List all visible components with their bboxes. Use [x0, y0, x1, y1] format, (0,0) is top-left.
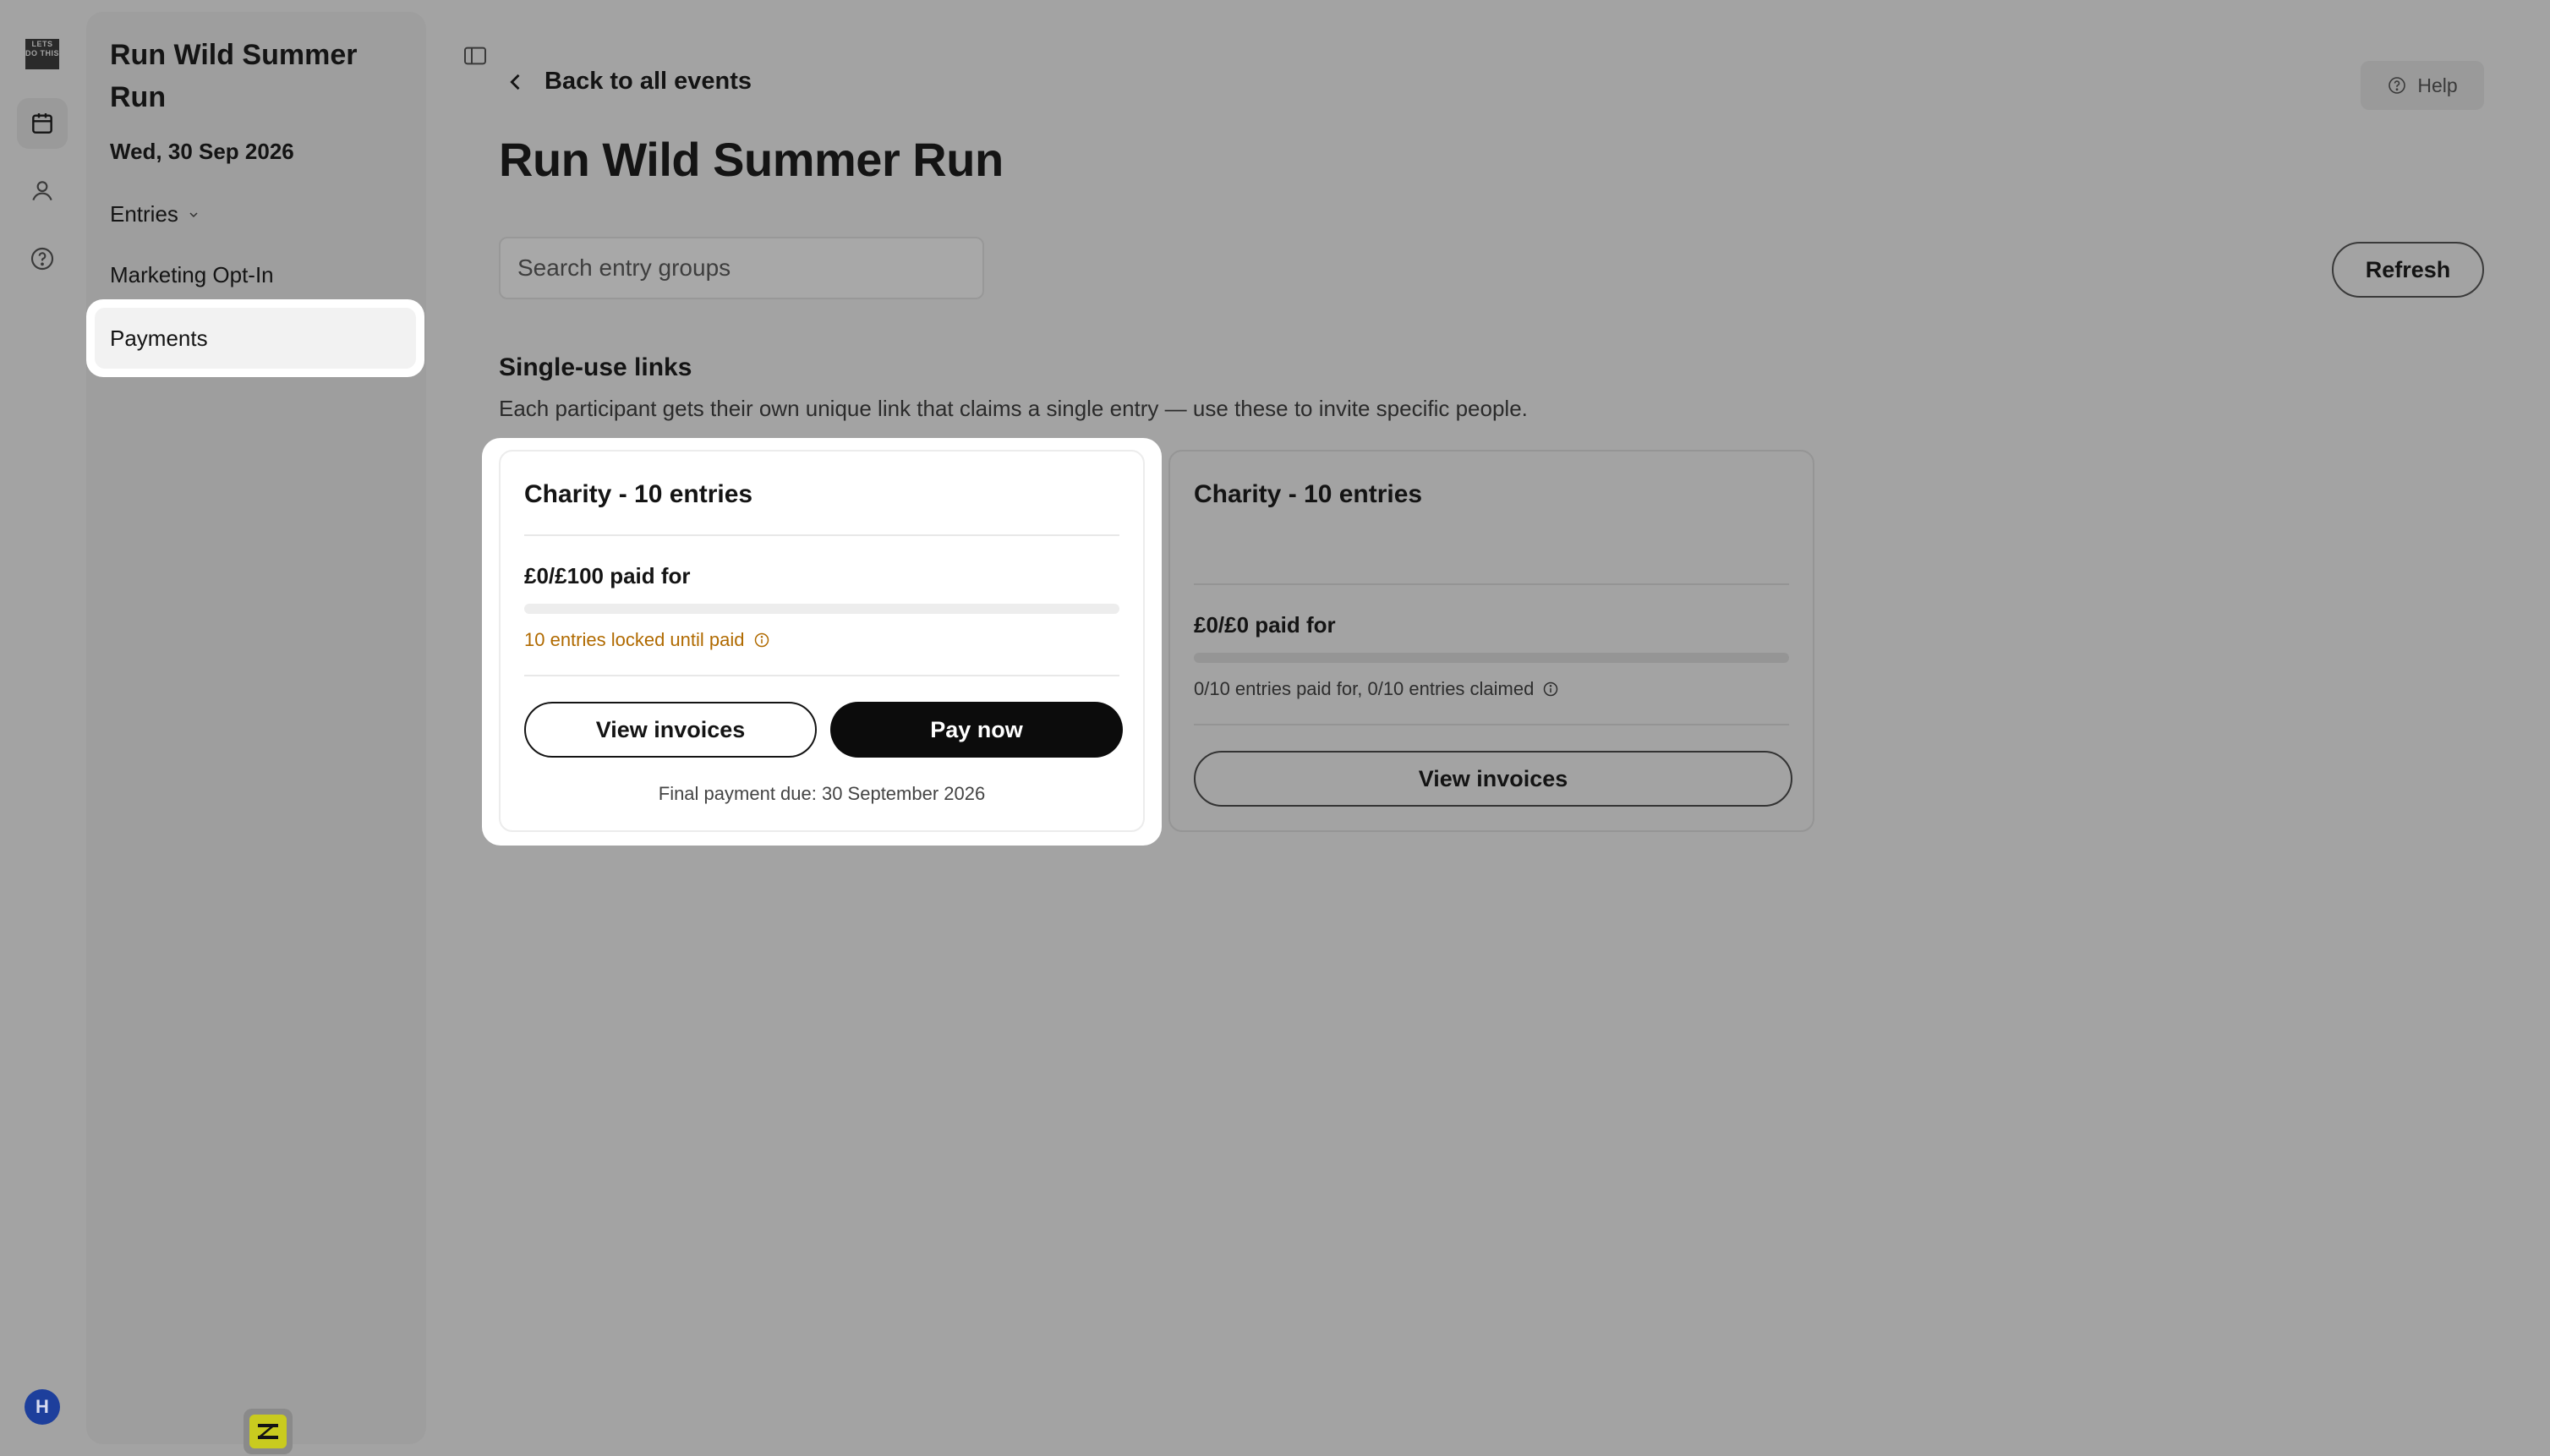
calendar-icon: [32, 113, 52, 134]
search-entry-groups-input[interactable]: [499, 237, 984, 299]
rail-help-button[interactable]: [17, 233, 68, 284]
view-invoices-button[interactable]: View invoices: [524, 702, 817, 758]
paid-for-amount: £0/£100 paid for: [524, 563, 691, 588]
sidebar-item-entries[interactable]: Entries: [110, 201, 200, 227]
app-root: LETS DO THIS H Run Wild Summer Run Wed, …: [0, 0, 2550, 1456]
entry-group-card: Charity - 10 entries £0/£0 paid for 0/10…: [1168, 450, 1814, 832]
support-widget-badge: [249, 1415, 287, 1448]
rail-events-button[interactable]: [17, 98, 68, 149]
sidebar-item-label: Entries: [110, 201, 178, 227]
back-to-events-link[interactable]: Back to all events: [504, 68, 752, 96]
sidebar-toggle-icon[interactable]: [462, 42, 489, 69]
ticket-icon: [258, 1424, 278, 1439]
sidebar-event-title: Run Wild Summer Run: [110, 39, 358, 113]
info-icon[interactable]: [753, 632, 770, 649]
entries-claimed-text: 0/10 entries paid for, 0/10 entries clai…: [1194, 678, 1535, 699]
icon-rail: LETS DO THIS H: [0, 0, 85, 1456]
event-sidebar: Run Wild Summer Run Wed, 30 Sep 2026 Ent…: [86, 12, 426, 1454]
payment-progress-bar: [524, 604, 1119, 614]
section-title: Single-use links: [499, 353, 692, 381]
view-invoices-button[interactable]: View invoices: [1194, 751, 1792, 807]
app-logo[interactable]: LETS DO THIS: [25, 39, 59, 69]
sidebar-event-date: Wed, 30 Sep 2026: [110, 139, 294, 164]
refresh-button[interactable]: Refresh: [2332, 242, 2484, 298]
question-circle-icon: [30, 247, 54, 271]
sidebar-item-label: Marketing Opt-In: [110, 262, 274, 287]
info-icon[interactable]: [1542, 681, 1559, 698]
sidebar-item-marketing-opt-in[interactable]: Marketing Opt-In: [110, 262, 274, 288]
sidebar-item-payments-highlight: Payments: [86, 299, 424, 377]
rail-account-button[interactable]: [17, 166, 68, 216]
card-title: Charity - 10 entries: [524, 480, 753, 508]
user-icon: [32, 181, 52, 201]
help-button[interactable]: Help: [2361, 61, 2484, 110]
paid-for-amount: £0/£0 paid for: [1194, 612, 1336, 638]
support-widget-button[interactable]: [244, 1409, 293, 1454]
entries-claimed-note: 0/10 entries paid for, 0/10 entries clai…: [1194, 678, 1559, 700]
question-circle-icon: [2389, 77, 2406, 94]
help-button-label: Help: [2417, 74, 2458, 96]
back-link-label: Back to all events: [544, 68, 752, 95]
locked-entries-text: 10 entries locked until paid: [524, 629, 745, 650]
sidebar-item-payments[interactable]: Payments: [95, 308, 416, 369]
chevron-left-icon: [510, 74, 520, 90]
card-title: Charity - 10 entries: [1194, 480, 1423, 508]
card-divider: [1194, 583, 1789, 585]
page-title: Run Wild Summer Run: [499, 133, 1004, 186]
user-avatar[interactable]: H: [25, 1389, 60, 1425]
final-payment-due: Final payment due: 30 September 2026: [658, 783, 986, 804]
payment-progress-bar: [1194, 653, 1789, 663]
pay-now-button[interactable]: Pay now: [830, 702, 1123, 758]
chevron-down-icon: [189, 211, 198, 217]
card-divider: [1194, 724, 1789, 725]
section-description: Each participant gets their own unique l…: [499, 396, 1528, 421]
card-divider: [524, 534, 1119, 536]
sidebar-item-label: Payments: [110, 325, 208, 351]
card-divider: [524, 675, 1119, 676]
entry-group-card: Charity - 10 entries £0/£100 paid for 10…: [499, 450, 1145, 832]
locked-entries-note: 10 entries locked until paid: [524, 629, 770, 651]
